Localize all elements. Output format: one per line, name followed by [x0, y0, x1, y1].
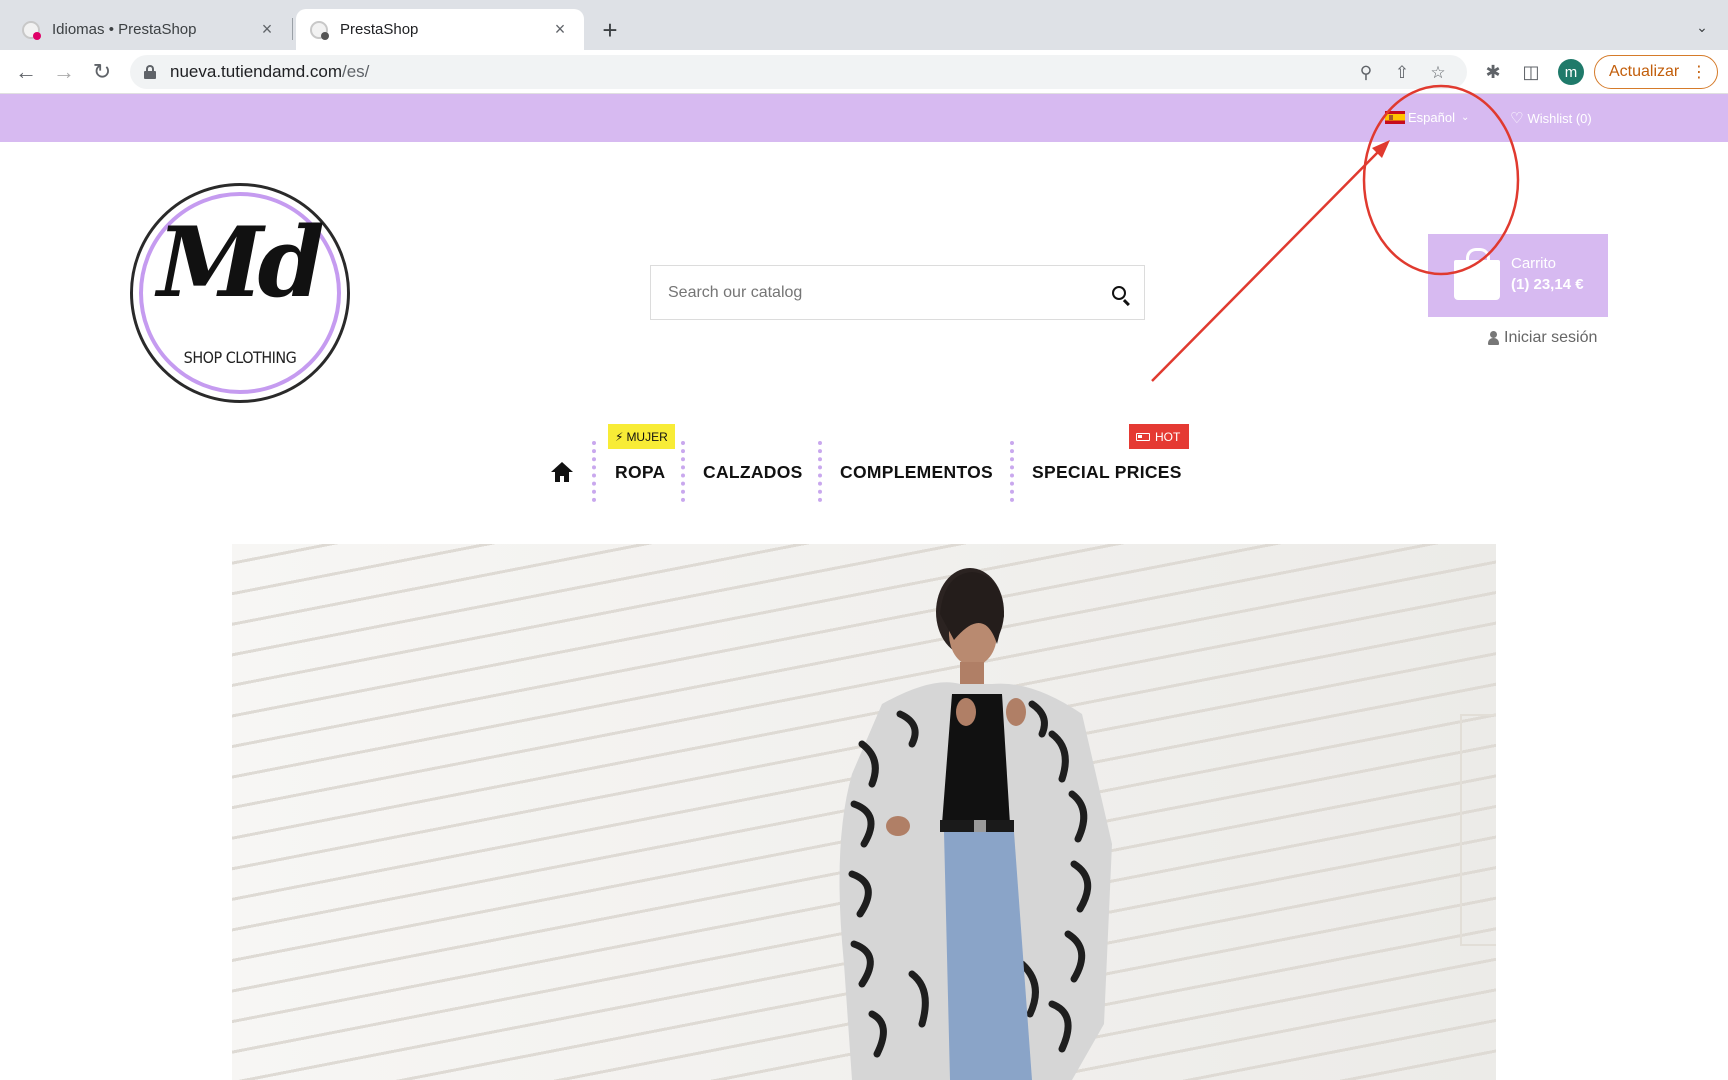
update-button[interactable]: Actualizar ⋮ — [1594, 55, 1718, 89]
menu-divider — [1010, 441, 1014, 502]
profile-avatar[interactable]: m — [1558, 59, 1584, 85]
chevron-down-icon: ⌄ — [1460, 112, 1470, 123]
pointer-arrowhead — [1372, 140, 1390, 158]
hero-banner-image[interactable] — [232, 544, 1496, 1080]
prestashop-favicon-icon — [310, 20, 329, 40]
cart-label: Carrito — [1511, 255, 1557, 272]
menu-item-calzados[interactable]: CALZADOS — [703, 455, 803, 489]
search-box — [650, 265, 1145, 320]
star-icon[interactable]: ☆ — [1426, 61, 1450, 85]
wishlist-label: Wishlist (0) — [1527, 110, 1592, 126]
badge-hot: HOT — [1129, 424, 1189, 449]
search-input[interactable] — [651, 266, 1094, 319]
forward-arrow-icon[interactable]: → — [48, 56, 80, 88]
menu-item-complementos[interactable]: COMPLEMENTOS — [840, 455, 993, 489]
home-icon[interactable] — [551, 462, 573, 482]
prestashop-favicon-icon — [22, 20, 41, 40]
more-menu-icon[interactable]: ⋮ — [1691, 62, 1707, 82]
spain-flag-icon — [1385, 111, 1405, 124]
store-logo[interactable]: Md SHOP CLOTHING — [130, 183, 350, 403]
menu-divider — [818, 441, 822, 502]
tab-idiomas[interactable]: Idiomas • PrestaShop × — [8, 9, 291, 50]
lightning-icon: ⚡ — [615, 429, 624, 444]
search-icon — [1112, 285, 1126, 300]
language-label: Español — [1408, 110, 1455, 125]
browser-tabstrip: Idiomas • PrestaShop × PrestaShop × + ⌄ — [0, 0, 1728, 50]
search-button[interactable] — [1094, 266, 1144, 319]
key-icon[interactable]: ⚲ — [1354, 61, 1378, 85]
share-icon[interactable]: ⇧ — [1390, 61, 1414, 85]
logo-mark: Md — [157, 206, 324, 319]
tab-prestashop[interactable]: PrestaShop × — [296, 9, 584, 50]
address-bar[interactable]: nueva.tutiendamd.com/es/ ⚲ ⇧ ☆ — [130, 55, 1467, 89]
new-tab-button[interactable]: + — [595, 15, 625, 45]
shopping-bag-icon — [1454, 248, 1500, 300]
cart-total: (1) 23,14 € — [1511, 276, 1584, 293]
language-selector[interactable]: Español ⌄ — [1385, 110, 1469, 125]
battery-icon — [1136, 432, 1150, 441]
back-arrow-icon[interactable]: ← — [10, 56, 42, 88]
url-text: nueva.tutiendamd.com/es/ — [170, 62, 370, 81]
update-label: Actualizar — [1609, 63, 1680, 80]
reload-icon[interactable]: ↻ — [86, 56, 118, 88]
side-panel-icon[interactable]: ◫ — [1519, 60, 1543, 84]
chevron-down-icon[interactable]: ⌄ — [1690, 15, 1714, 39]
user-icon — [1488, 331, 1499, 345]
model-photo — [839, 568, 1112, 1080]
pointer-arrow-line — [1151, 149, 1381, 382]
close-icon[interactable]: × — [257, 19, 277, 40]
heart-icon: ♡ — [1510, 110, 1524, 127]
browser-toolbar: ← → ↻ nueva.tutiendamd.com/es/ ⚲ ⇧ ☆ ✱ ◫… — [0, 50, 1728, 94]
menu-item-special-prices[interactable]: SPECIAL PRICES — [1032, 455, 1182, 489]
store-topbar: Español ⌄ ♡ Wishlist (0) — [0, 94, 1728, 142]
login-label: Iniciar sesión — [1504, 329, 1598, 346]
badge-hot-label: HOT — [1155, 429, 1181, 444]
logo-subtitle: SHOP CLOTHING — [183, 348, 297, 367]
tab-separator — [292, 18, 293, 40]
tab-title: PrestaShop — [340, 21, 419, 38]
login-link[interactable]: Iniciar sesión — [1488, 329, 1597, 347]
menu-divider — [681, 441, 685, 502]
lock-icon — [144, 65, 156, 79]
menu-item-ropa[interactable]: ROPA — [615, 455, 665, 489]
cart-button[interactable]: Carrito (1) 23,14 € — [1428, 234, 1608, 317]
tab-title: Idiomas • PrestaShop — [52, 21, 197, 38]
badge-mujer-label: MUJER — [626, 429, 668, 444]
wishlist-link[interactable]: ♡ Wishlist (0) — [1510, 109, 1592, 127]
close-icon[interactable]: × — [550, 19, 570, 40]
menu-divider — [592, 441, 596, 502]
extensions-puzzle-icon[interactable]: ✱ — [1481, 60, 1505, 84]
badge-mujer: ⚡ MUJER — [608, 424, 675, 449]
